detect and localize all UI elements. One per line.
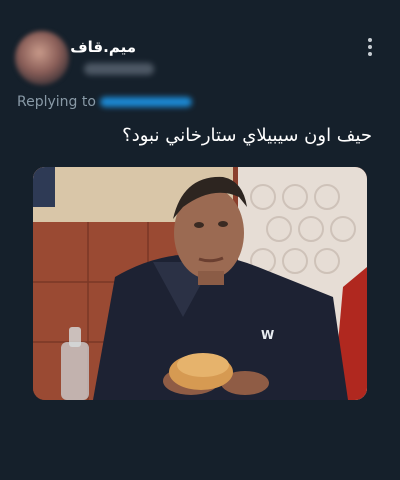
replying-to-line: Replying to <box>17 94 192 110</box>
replying-to-label: Replying to <box>17 94 96 110</box>
shirt-logo: W <box>261 328 274 342</box>
username-handle-blurred <box>84 63 154 75</box>
tweet-text: حيف اون سيبيلاي ستارخاني نبود؟ <box>122 125 372 146</box>
replying-to-handle-blurred[interactable] <box>99 97 192 107</box>
avatar[interactable] <box>15 31 69 85</box>
more-options-button[interactable] <box>362 38 378 62</box>
meme-photo: W <box>33 167 367 400</box>
tweet-media-image[interactable]: W <box>33 167 367 400</box>
more-vertical-icon <box>362 38 378 56</box>
display-name[interactable]: ميم.قاف <box>70 38 136 56</box>
